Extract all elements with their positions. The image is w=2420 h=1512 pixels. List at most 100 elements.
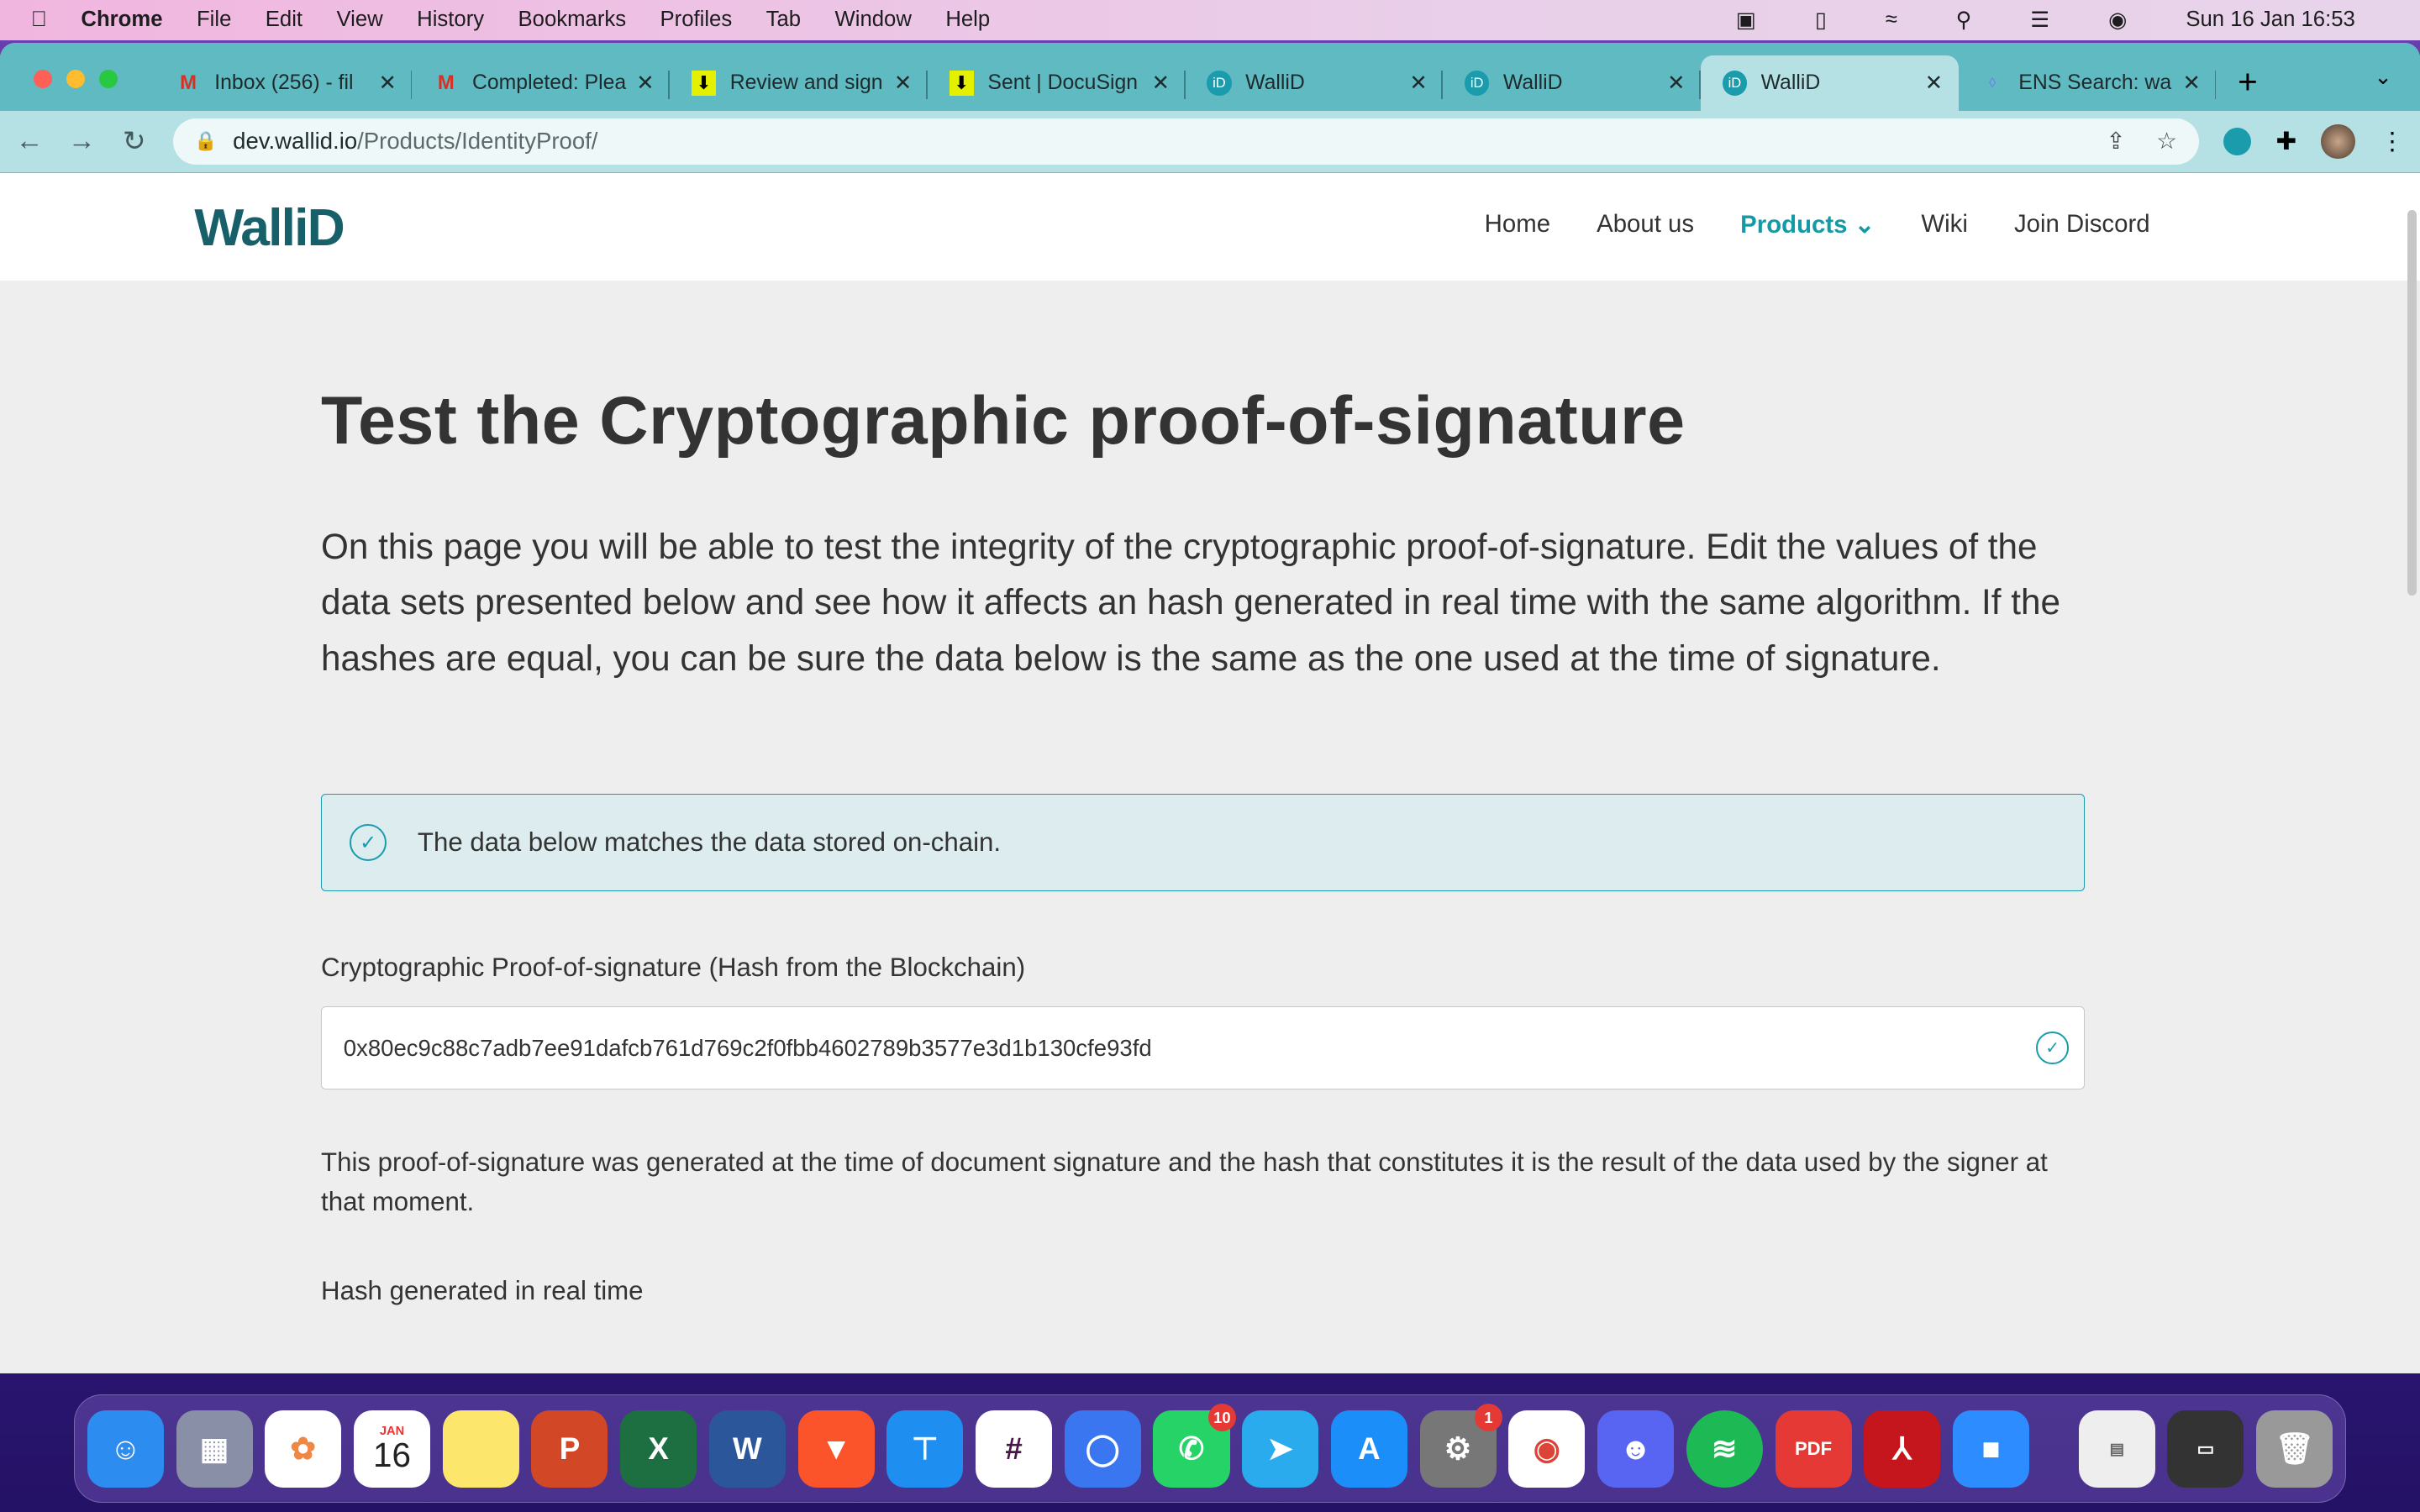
close-tab-icon[interactable]: ✕ (1152, 71, 1171, 96)
gmail-icon: M (437, 71, 455, 95)
wifi-icon[interactable]: ≈ (1886, 8, 1897, 32)
reload-button[interactable]: ↻ (120, 124, 148, 158)
menu-view[interactable]: View (336, 8, 382, 32)
gmail-icon: M (180, 71, 197, 95)
blockchain-hash-input[interactable]: 0x80ec9c88c7adb7ee91dafcb761d769c2f0fbb4… (321, 1005, 2086, 1090)
tab-search-chevron-icon[interactable]: ⌄ (2374, 65, 2392, 90)
menu-edit[interactable]: Edit (266, 8, 302, 32)
chrome-window: M Inbox (256) - fil ✕ M Completed: Plea ✕ ⬇ R… (0, 43, 2420, 1373)
profile-avatar[interactable] (2321, 124, 2355, 159)
close-tab-icon[interactable]: ✕ (894, 71, 913, 96)
tab-title: Inbox (256) - fil (214, 71, 354, 95)
slack-icon[interactable]: # (976, 1410, 1053, 1488)
lock-icon[interactable]: 🔒 (194, 130, 217, 152)
brave-icon[interactable]: ▼ (797, 1410, 875, 1488)
menu-history[interactable]: History (417, 8, 484, 32)
clock[interactable]: Sun 16 Jan 16:53 (2186, 8, 2355, 32)
excel-icon[interactable]: X (620, 1410, 697, 1488)
finder-icon[interactable]: ☺ (87, 1410, 164, 1488)
bookmark-star-icon[interactable]: ☆ (2156, 128, 2177, 155)
acrobat-icon[interactable]: ⅄ (1864, 1410, 1941, 1488)
address-bar[interactable]: 🔒 dev.wallid.io/Products/IdentityProof/ … (172, 118, 2199, 165)
match-alert: ✓ The data below matches the data stored … (321, 794, 2086, 891)
photos-icon[interactable]: ✿ (265, 1410, 342, 1488)
telegram-icon[interactable]: ➤ (1242, 1410, 1319, 1488)
tab[interactable]: ◊ ENS Search: wa ✕ (1959, 55, 2217, 111)
tab[interactable]: M Inbox (256) - fil ✕ (155, 55, 413, 111)
discord-icon[interactable]: ☻ (1597, 1410, 1675, 1488)
launchpad-icon[interactable]: ▦ (176, 1410, 253, 1488)
forward-button[interactable]: → (68, 125, 96, 157)
menu-bookmarks[interactable]: Bookmarks (518, 8, 627, 32)
tab[interactable]: ⬇ Review and sign ✕ (670, 55, 928, 111)
keynote-icon[interactable]: ⊤ (886, 1410, 964, 1488)
page-scrollbar[interactable] (2407, 209, 2417, 596)
close-tab-icon[interactable]: ✕ (378, 71, 397, 96)
close-tab-icon[interactable]: ✕ (1667, 71, 1686, 96)
new-tab-button[interactable]: + (2238, 62, 2258, 102)
share-icon[interactable]: ⇪ (2106, 128, 2125, 155)
pdf-expert-icon[interactable]: PDF (1775, 1410, 1852, 1488)
nav-about-us[interactable]: About us (1597, 210, 1694, 239)
site-nav: Home About us Products ⌄ Wiki Join Disco… (1485, 210, 2150, 239)
page-title: Test the Cryptographic proof-of-signatur… (321, 383, 1686, 459)
tab-title: WalliD (1502, 71, 1563, 95)
calendar-icon[interactable]: JAN 16 (354, 1410, 431, 1488)
back-button[interactable]: ← (15, 125, 43, 157)
docusign-icon: ⬇ (691, 71, 717, 96)
close-window-button[interactable] (34, 69, 53, 88)
notes-icon[interactable] (442, 1410, 519, 1488)
menu-profiles[interactable]: Profiles (660, 8, 733, 32)
close-tab-icon[interactable]: ✕ (1925, 71, 1944, 96)
pdf-document-icon[interactable]: ▤ (2078, 1410, 2155, 1488)
spotify-icon[interactable]: ≋ (1686, 1410, 1763, 1488)
control-center-icon[interactable]: ☰ (2030, 8, 2049, 33)
apple-icon[interactable]:  (31, 8, 47, 32)
minimize-window-button[interactable] (66, 69, 85, 88)
nav-wiki[interactable]: Wiki (1921, 210, 1967, 239)
zoom-window-button[interactable] (98, 69, 118, 88)
tab[interactable]: iD WalliD ✕ (1443, 55, 1701, 111)
menu-file[interactable]: File (197, 8, 231, 32)
close-tab-icon[interactable]: ✕ (2183, 71, 2202, 96)
siri-icon[interactable]: ◉ (2108, 8, 2127, 33)
wallid-logo[interactable]: WalliD (194, 197, 345, 258)
powerpoint-icon[interactable]: P (531, 1410, 608, 1488)
chrome-icon[interactable]: ◉ (1508, 1410, 1586, 1488)
system-preferences-icon[interactable]: ⚙ 1 (1419, 1404, 1502, 1488)
whatsapp-icon[interactable]: ✆ 10 (1153, 1404, 1236, 1488)
url-host: dev.wallid.io (233, 128, 358, 155)
notification-badge: 10 (1207, 1404, 1236, 1432)
menu-app-name[interactable]: Chrome (81, 8, 162, 32)
tab-active[interactable]: iD WalliD ✕ (1700, 55, 1959, 112)
tab[interactable]: M Completed: Plea ✕ (412, 55, 671, 111)
trash-icon[interactable]: 🗑 (2256, 1410, 2333, 1488)
nav-join-discord[interactable]: Join Discord (2014, 210, 2150, 239)
ens-icon: ◊ (1989, 75, 1996, 92)
tab[interactable]: iD WalliD ✕ (1186, 55, 1444, 111)
wallid-icon: iD (1464, 71, 1490, 96)
screen-record-icon[interactable]: ▣ (1736, 8, 1756, 33)
extensions-puzzle-icon[interactable]: ✚ (2275, 127, 2296, 156)
nav-products[interactable]: Products ⌄ (1740, 210, 1875, 239)
tab[interactable]: ⬇ Sent | DocuSign ✕ (928, 55, 1186, 111)
check-circle-icon: ✓ (2036, 1032, 2070, 1064)
more-menu-icon[interactable]: ⋮ (2380, 127, 2404, 156)
signal-icon[interactable]: ◯ (1064, 1410, 1141, 1488)
downloads-stack-icon[interactable]: ▭ (2167, 1410, 2244, 1488)
spotlight-icon[interactable]: ⚲ (1956, 8, 1972, 33)
menu-tab[interactable]: Tab (766, 8, 801, 32)
close-tab-icon[interactable]: ✕ (1409, 71, 1428, 96)
menu-help[interactable]: Help (945, 8, 990, 32)
nav-home[interactable]: Home (1485, 210, 1550, 239)
zoom-icon[interactable]: ■ (1952, 1410, 2029, 1488)
wallid-extension-icon[interactable] (2223, 127, 2252, 155)
menu-window[interactable]: Window (834, 8, 911, 32)
battery-icon[interactable]: ▯ (1815, 8, 1827, 33)
close-tab-icon[interactable]: ✕ (636, 71, 655, 96)
app-store-icon[interactable]: A (1330, 1410, 1407, 1488)
browser-toolbar: ← → ↻ 🔒 dev.wallid.io/Products/IdentityP… (0, 111, 2420, 173)
alert-text: The data below matches the data stored o… (417, 827, 1002, 858)
word-icon[interactable]: W (708, 1410, 786, 1488)
tab-title: Sent | DocuSign (987, 71, 1139, 95)
